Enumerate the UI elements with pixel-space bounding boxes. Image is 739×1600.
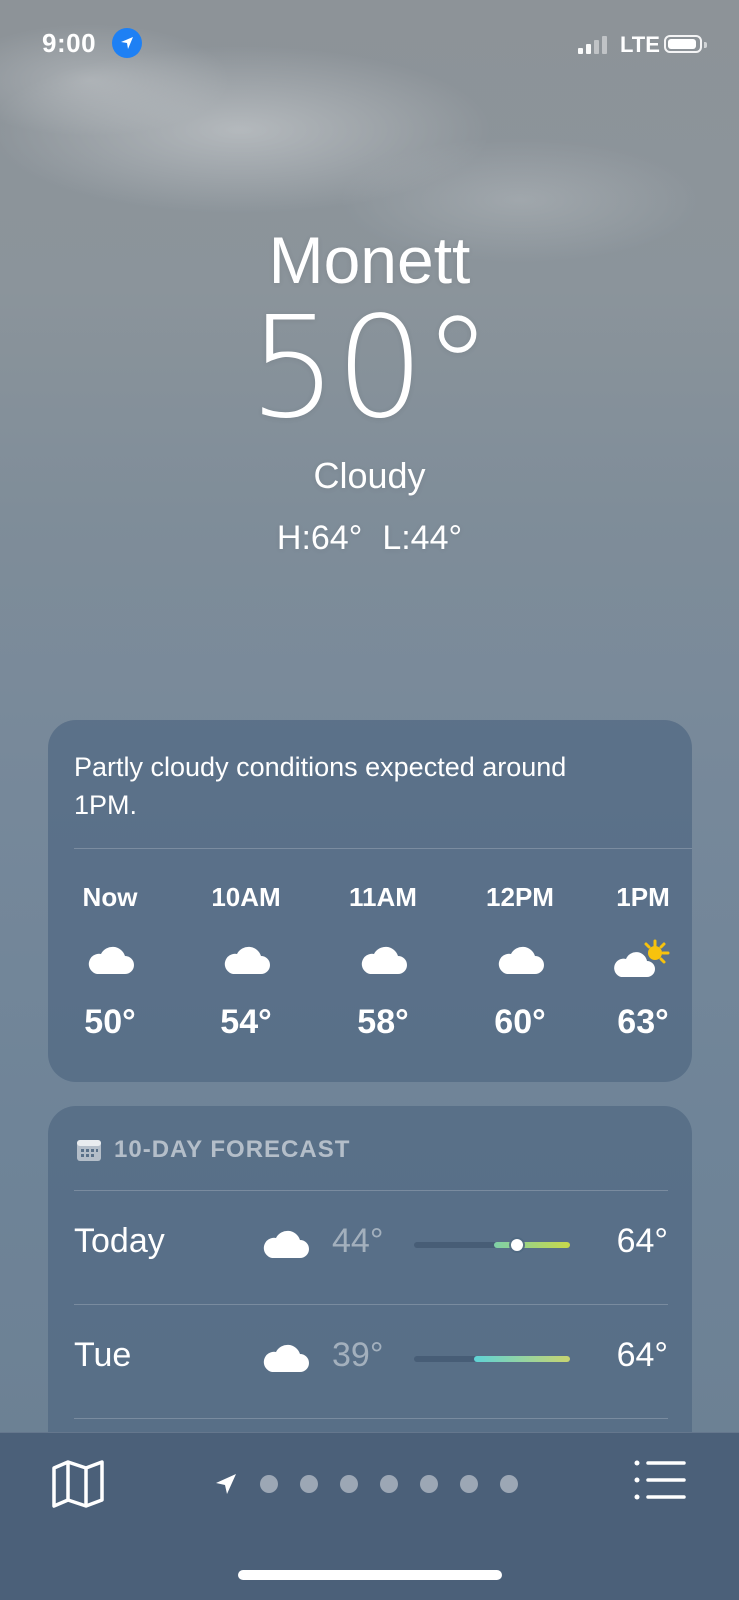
forecast-day-row[interactable]: Tue 39° 64°: [74, 1318, 668, 1398]
forecast-header: 10-DAY FORECAST: [76, 1136, 350, 1164]
hourly-summary: Partly cloudy conditions expected around…: [74, 752, 567, 820]
location-arrow-icon: [112, 28, 142, 58]
hour-label: 1PM: [616, 882, 670, 912]
status-bar: 9:00 LTE: [0, 0, 739, 90]
hour-item: 12PM 60°: [460, 880, 580, 1042]
day-low: 39°: [332, 1336, 384, 1374]
hour-label: 12PM: [486, 882, 554, 912]
status-time: 9:00: [42, 28, 97, 58]
page-dot[interactable]: [500, 1475, 518, 1493]
page-dot[interactable]: [460, 1475, 478, 1493]
day-high: 64°: [616, 1336, 668, 1374]
page-indicator[interactable]: [214, 1472, 518, 1496]
current-temp-marker: [511, 1239, 523, 1251]
hour-label: 10AM: [211, 882, 281, 912]
network-type: LTE: [620, 32, 660, 57]
hour-item: 10AM 54°: [186, 880, 306, 1042]
hour-temp: 58°: [357, 1003, 409, 1041]
page-dot[interactable]: [260, 1475, 278, 1493]
map-icon[interactable]: [50, 1456, 106, 1512]
divider: [74, 848, 692, 849]
day-label: Today: [74, 1222, 165, 1260]
hourly-forecast-card[interactable]: Partly cloudy conditions expected around…: [48, 720, 692, 1082]
hourly-scroller[interactable]: Now 50° 10AM 54° 11AM 58° 12PM 60° 1PM 6…: [48, 880, 692, 1080]
page-dot[interactable]: [380, 1475, 398, 1493]
hour-temp: 60°: [494, 1003, 546, 1041]
cloud-icon: [460, 934, 580, 984]
range-fill: [474, 1356, 570, 1362]
hour-temp: 63°: [617, 1003, 669, 1041]
forecast-day-row[interactable]: Today 44° 64°: [74, 1204, 668, 1284]
hour-label: 11AM: [349, 882, 417, 912]
day-high: 64°: [616, 1222, 668, 1260]
partly-cloudy-icon: [588, 934, 698, 984]
home-indicator: [238, 1570, 502, 1580]
hour-label: Now: [82, 882, 138, 912]
hour-item: Now 50°: [50, 880, 170, 1042]
high-low: H:64° L:44°: [0, 516, 739, 560]
day-low: 44°: [332, 1222, 384, 1260]
temperature-range-bar: [414, 1356, 570, 1362]
cloud-icon: [323, 934, 443, 984]
list-icon[interactable]: [632, 1458, 688, 1506]
cloud-icon: [260, 1340, 310, 1379]
range-fill: [494, 1242, 570, 1248]
low-temp: L:44°: [382, 519, 463, 557]
cloud-icon: [260, 1226, 310, 1265]
divider: [74, 1304, 668, 1305]
current-condition: Cloudy: [313, 455, 426, 496]
divider: [74, 1418, 668, 1419]
current-temperature: 50°: [248, 287, 492, 450]
cloud-icon: [50, 934, 170, 984]
high-temp: H:64°: [276, 519, 363, 557]
hour-temp: 54°: [220, 1003, 272, 1041]
page-dot[interactable]: [340, 1475, 358, 1493]
page-dot[interactable]: [420, 1475, 438, 1493]
forecast-title: 10-DAY FORECAST: [114, 1136, 351, 1163]
current-weather: Monett 50° Cloudy H:64° L:44°: [0, 220, 739, 560]
hour-item: 1PM 63°: [588, 880, 698, 1042]
temperature-range-bar: [414, 1239, 570, 1251]
cellular-signal-icon: [578, 34, 607, 54]
cloud-icon: [186, 934, 306, 984]
current-location-icon: [216, 1474, 236, 1494]
hour-temp: 50°: [84, 1003, 136, 1041]
calendar-icon: [77, 1140, 101, 1161]
hour-item: 11AM 58°: [323, 880, 443, 1042]
page-dot[interactable]: [300, 1475, 318, 1493]
battery-icon: [664, 35, 707, 53]
day-label: Tue: [74, 1336, 132, 1374]
divider: [74, 1190, 668, 1191]
bottom-toolbar: [0, 1432, 739, 1600]
